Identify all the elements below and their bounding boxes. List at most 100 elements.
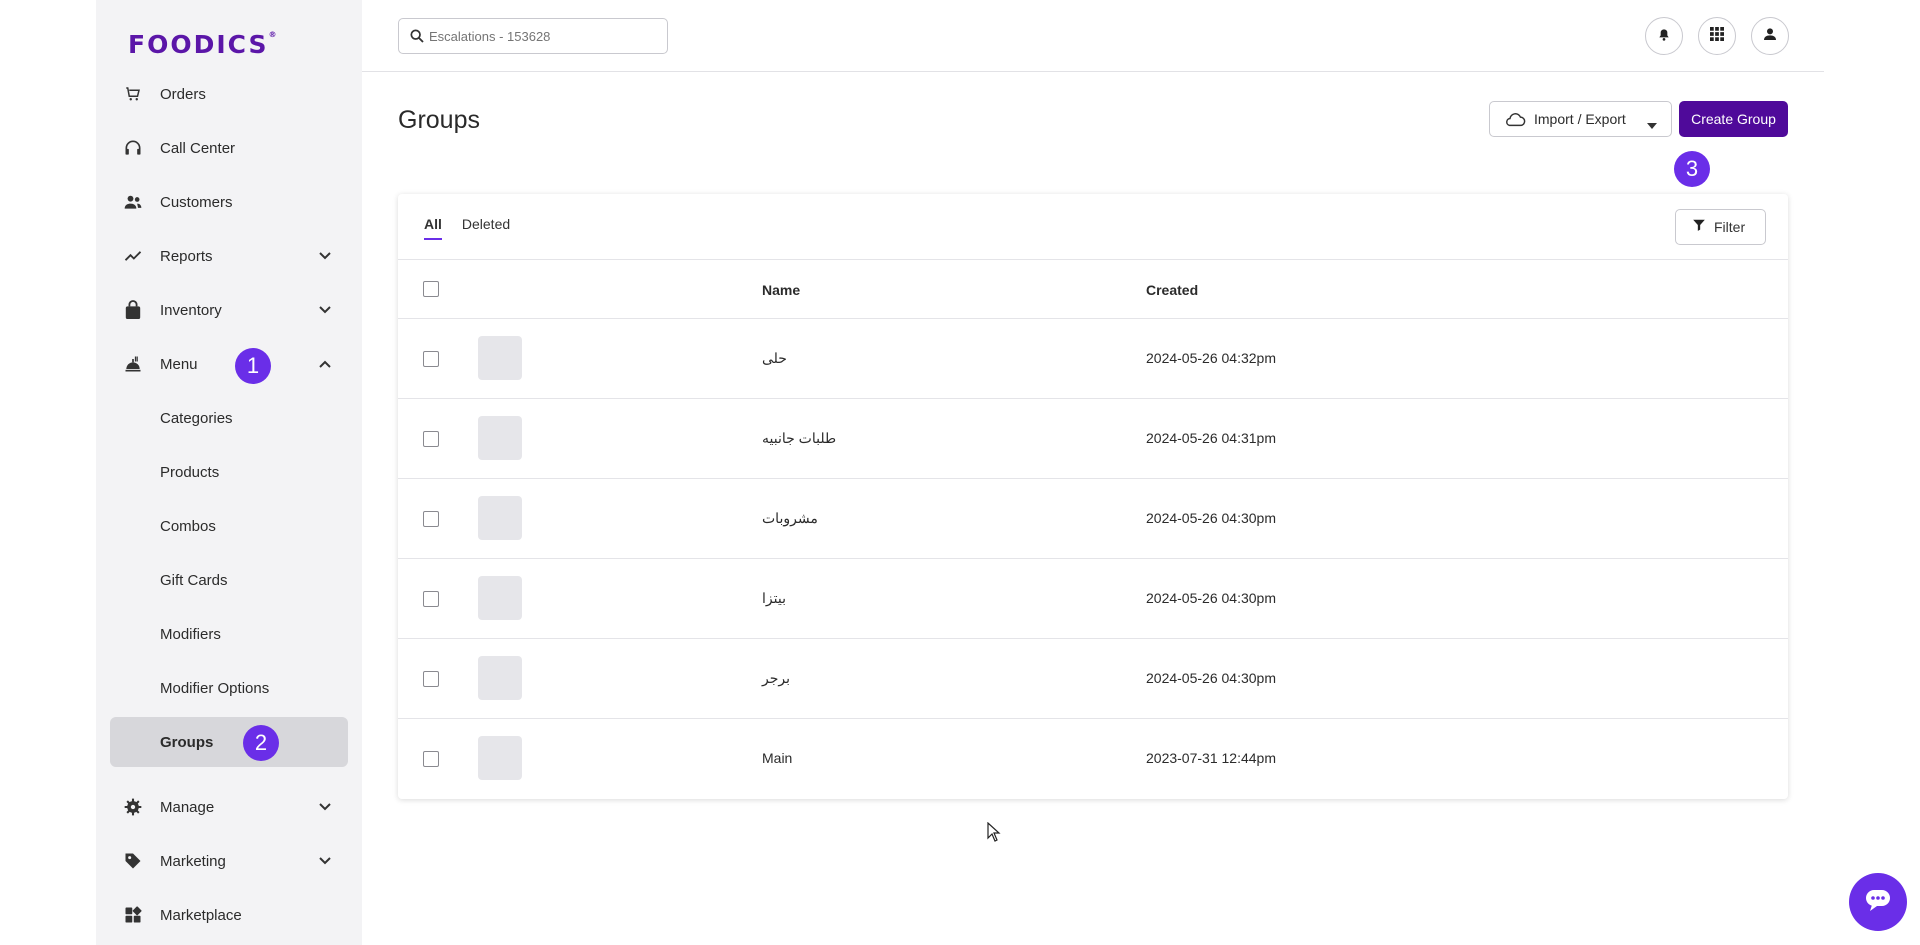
group-created: 2023-07-31 12:44pm — [1146, 750, 1276, 766]
row-checkbox[interactable] — [423, 751, 439, 767]
sidebar-item-label: Marketing — [160, 852, 226, 870]
left-gutter — [0, 0, 96, 945]
page: FOODICS® Orders Call Center Customers Re… — [0, 0, 1920, 945]
row-checkbox[interactable] — [423, 591, 439, 607]
bag-icon — [122, 299, 144, 321]
sidebar-item-customers[interactable]: Customers — [110, 177, 348, 227]
sidebar-item-label: Modifiers — [160, 625, 221, 643]
row-checkbox[interactable] — [423, 671, 439, 687]
group-thumbnail — [478, 736, 522, 780]
chat-icon — [1864, 888, 1892, 917]
sidebar-item-menu[interactable]: Menu — [110, 339, 348, 389]
sidebar-item-modifiers[interactable]: Modifiers — [110, 609, 348, 659]
table-row[interactable]: برجر 2024-05-26 04:30pm — [398, 639, 1788, 719]
sidebar-item-call-center[interactable]: Call Center — [110, 123, 348, 173]
group-thumbnail — [478, 656, 522, 700]
table-row[interactable]: Main 2023-07-31 12:44pm — [398, 719, 1788, 799]
sidebar-item-label: Customers — [160, 193, 233, 211]
sidebar-item-products[interactable]: Products — [110, 447, 348, 497]
search-icon — [409, 28, 425, 49]
search-box[interactable] — [398, 18, 668, 54]
logo-trademark: ® — [268, 30, 277, 39]
tab-all[interactable]: All — [424, 216, 442, 240]
apps-icon — [122, 904, 144, 926]
chevron-down-icon — [318, 854, 332, 868]
group-name: مشروبات — [762, 510, 818, 526]
chevron-down-icon — [318, 303, 332, 317]
cloud-icon — [1504, 111, 1526, 132]
group-created: 2024-05-26 04:32pm — [1146, 350, 1276, 366]
sidebar-item-label: Manage — [160, 798, 215, 816]
filter-label: Filter — [1714, 219, 1746, 235]
group-name: بيتزا — [762, 590, 786, 606]
import-export-label: Import / Export — [1534, 111, 1626, 127]
row-checkbox[interactable] — [423, 351, 439, 367]
apps-grid-button[interactable] — [1698, 17, 1736, 55]
table-row[interactable]: مشروبات 2024-05-26 04:30pm — [398, 479, 1788, 559]
group-created: 2024-05-26 04:30pm — [1146, 670, 1276, 686]
sidebar-item-reports[interactable]: Reports — [110, 231, 348, 281]
grid-icon — [1710, 26, 1724, 46]
user-icon — [1762, 26, 1778, 47]
group-thumbnail — [478, 336, 522, 380]
gear-icon — [122, 796, 144, 818]
mouse-pointer-icon — [987, 821, 1001, 847]
bell-icon — [1656, 26, 1672, 47]
foodics-logo[interactable]: FOODICS® — [128, 30, 276, 59]
table-row[interactable]: بيتزا 2024-05-26 04:30pm — [398, 559, 1788, 639]
sidebar-item-label: Reports — [160, 247, 213, 265]
row-checkbox[interactable] — [423, 511, 439, 527]
sidebar-item-categories[interactable]: Categories — [110, 393, 348, 443]
table-row[interactable]: حلى 2024-05-26 04:32pm — [398, 319, 1788, 399]
select-all-checkbox[interactable] — [423, 281, 439, 297]
trend-icon — [122, 245, 144, 267]
table-row[interactable]: طلبات جانبيه 2024-05-26 04:31pm — [398, 399, 1788, 479]
sidebar: FOODICS® Orders Call Center Customers Re… — [96, 0, 362, 945]
chevron-down-icon — [318, 249, 332, 263]
user-menu-button[interactable] — [1751, 17, 1789, 55]
column-header-name[interactable]: Name — [762, 282, 800, 298]
row-checkbox[interactable] — [423, 431, 439, 447]
users-icon — [122, 191, 144, 213]
chat-support-button[interactable] — [1849, 873, 1907, 931]
sidebar-item-marketplace[interactable]: Marketplace — [110, 890, 348, 940]
sidebar-item-manage[interactable]: Manage — [110, 782, 348, 832]
logo-text: FOODICS — [128, 30, 269, 59]
tag-icon — [122, 850, 144, 872]
sidebar-item-label: Combos — [160, 517, 216, 535]
column-header-created[interactable]: Created — [1146, 282, 1198, 298]
group-created: 2024-05-26 04:31pm — [1146, 430, 1276, 446]
group-created: 2024-05-26 04:30pm — [1146, 590, 1276, 606]
sidebar-item-label: Call Center — [160, 139, 236, 157]
tab-deleted[interactable]: Deleted — [462, 216, 510, 240]
import-export-button[interactable]: Import / Export — [1489, 101, 1672, 137]
group-name: طلبات جانبيه — [762, 430, 837, 446]
sidebar-item-groups[interactable]: Groups — [110, 717, 348, 767]
sidebar-item-combos[interactable]: Combos — [110, 501, 348, 551]
group-name: حلى — [762, 350, 787, 366]
notifications-button[interactable] — [1645, 17, 1683, 55]
search-input[interactable] — [429, 28, 649, 44]
sidebar-item-label: Gift Cards — [160, 571, 228, 589]
sidebar-item-orders[interactable]: Orders — [110, 69, 348, 119]
filter-icon — [1692, 218, 1706, 237]
filter-button[interactable]: Filter — [1675, 209, 1766, 245]
tabs: All Deleted — [424, 216, 510, 240]
sidebar-item-modifier-options[interactable]: Modifier Options — [110, 663, 348, 713]
sidebar-item-gift-cards[interactable]: Gift Cards — [110, 555, 348, 605]
group-thumbnail — [478, 496, 522, 540]
group-thumbnail — [478, 576, 522, 620]
step-badge-1: 1 — [235, 348, 271, 384]
create-group-button[interactable]: Create Group — [1679, 101, 1788, 137]
sidebar-item-label: Inventory — [160, 301, 222, 319]
headset-icon — [122, 137, 144, 159]
menu-food-icon — [122, 353, 144, 375]
step-badge-3: 3 — [1674, 151, 1710, 187]
sidebar-item-marketing[interactable]: Marketing — [110, 836, 348, 886]
page-title: Groups — [398, 106, 480, 134]
step-badge-2: 2 — [243, 725, 279, 761]
sidebar-item-label: Groups — [160, 733, 214, 751]
sidebar-item-label: Orders — [160, 85, 206, 103]
group-name: برجر — [762, 670, 790, 686]
sidebar-item-inventory[interactable]: Inventory — [110, 285, 348, 335]
